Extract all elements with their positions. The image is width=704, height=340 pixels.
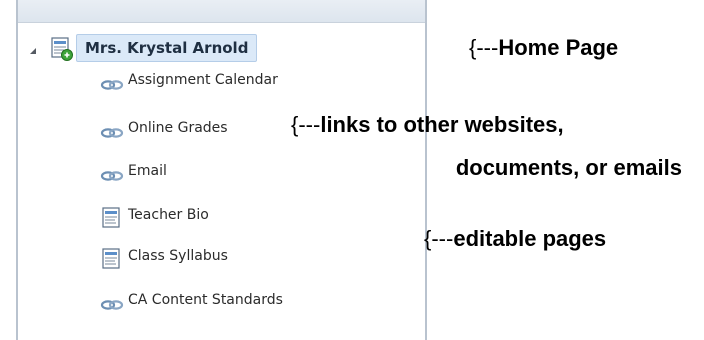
tree-item-label: Online Grades (128, 120, 228, 136)
tree-root-row[interactable]: Mrs. Krystal Arnold (18, 30, 425, 66)
link-icon (100, 292, 124, 314)
page-icon (100, 207, 124, 229)
annotation-brace: {--- (424, 226, 454, 251)
annotation-brace: {--- (291, 112, 321, 137)
tree-item-ca-content-standards[interactable]: CA Content Standards (100, 286, 400, 316)
expand-collapse-icon[interactable] (30, 48, 36, 54)
tree-item-label: Teacher Bio (128, 207, 209, 223)
tree-item-label: Email (128, 163, 167, 179)
site-tree-panel: Mrs. Krystal Arnold Assignment Calendar … (16, 0, 427, 340)
annotation-links-line2: documents, or emails (456, 155, 682, 181)
annotation-editable-pages: {---editable pages (424, 226, 606, 252)
link-icon (100, 163, 124, 185)
tree-root-label[interactable]: Mrs. Krystal Arnold (76, 34, 258, 62)
tree-item-assignment-calendar[interactable]: Assignment Calendar (100, 66, 400, 96)
tree-item-label: Assignment Calendar (128, 72, 278, 88)
tree-item-email[interactable]: Email (100, 157, 400, 187)
tree-item-class-syllabus[interactable]: Class Syllabus (100, 242, 400, 272)
link-icon (100, 120, 124, 142)
tree-item-teacher-bio[interactable]: Teacher Bio (100, 201, 400, 231)
annotation-text: Home Page (498, 35, 619, 60)
annotation-brace: {--- (469, 35, 499, 60)
annotation-text: documents, or emails (455, 155, 682, 180)
annotation-text: editable pages (453, 226, 607, 251)
tree-item-label: CA Content Standards (128, 292, 283, 308)
home-page-icon (50, 36, 74, 62)
page-icon (100, 248, 124, 270)
annotation-links-line1: {---links to other websites, (291, 112, 564, 138)
annotation-home-page: {---Home Page (469, 35, 618, 61)
annotation-text: links to other websites, (320, 112, 564, 137)
tree-item-label: Class Syllabus (128, 248, 228, 264)
link-icon (100, 72, 124, 94)
panel-header-bar (18, 0, 425, 23)
